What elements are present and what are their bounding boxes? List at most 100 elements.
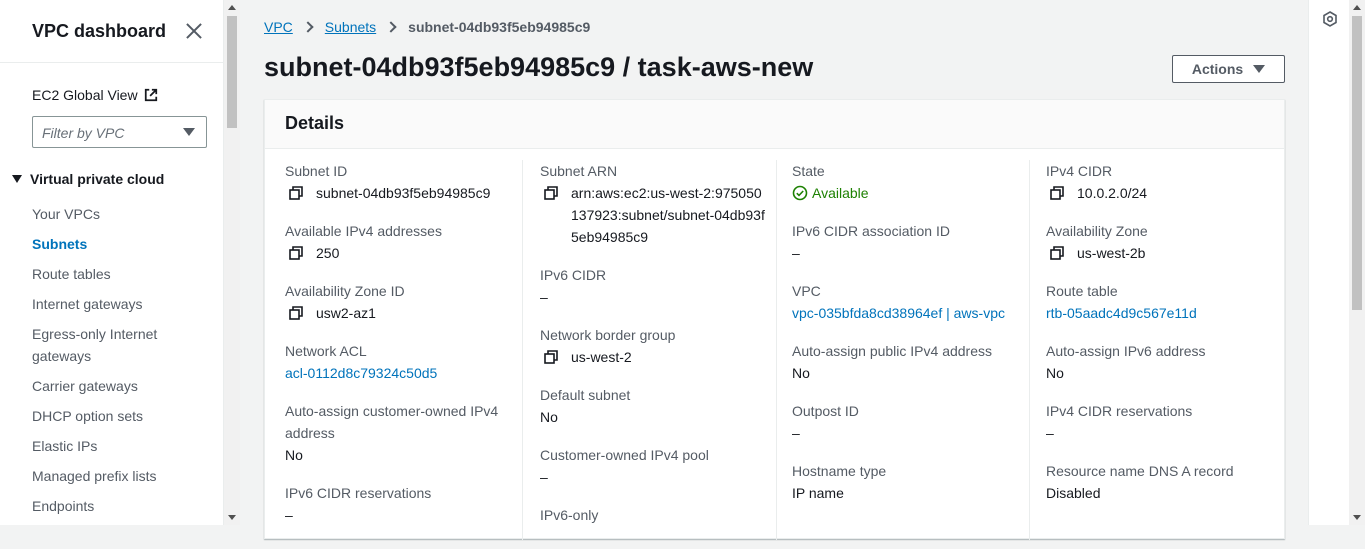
subnet-arn-value: arn:aws:ec2:us-west-2:975050137923:subne…: [571, 185, 765, 245]
auto-customer-owned-value: No: [285, 447, 303, 463]
sidebar-title: VPC dashboard: [32, 21, 167, 41]
availability-zone-value: us-west-2b: [1077, 245, 1146, 261]
copy-icon[interactable]: [289, 186, 303, 200]
actions-label: Actions: [1191, 61, 1244, 77]
status-badge: Available: [792, 182, 869, 204]
vpc-link[interactable]: vpc-035bfda8cd38964ef | aws-vpc: [792, 302, 1005, 324]
outpost-id-value: –: [792, 425, 800, 441]
details-column-2: Subnet ARN arn:aws:ec2:us-west-2:9750501…: [522, 160, 772, 540]
sidebar-header: VPC dashboard: [0, 0, 223, 63]
customer-owned-pool-value: –: [540, 469, 548, 485]
copy-icon[interactable]: [544, 350, 558, 364]
breadcrumb: VPC Subnets subnet-04db93f5eb94985c9: [264, 19, 590, 35]
ec2-global-view-label: EC2 Global View: [32, 87, 138, 103]
field-label: Outpost ID: [792, 403, 859, 419]
copy-icon[interactable]: [289, 306, 303, 320]
field-label: IPv6 CIDR: [540, 267, 607, 283]
field-ipv6-only: IPv6-only: [540, 504, 598, 526]
field-auto-customer-owned: Auto-assign customer-owned IPv4 address …: [285, 400, 515, 466]
state-value: Available: [812, 185, 869, 201]
field-az-id: Availability Zone ID usw2-az1: [285, 280, 405, 324]
field-label: Auto-assign IPv6 address: [1046, 343, 1206, 359]
caret-down-icon: [12, 175, 22, 183]
field-ipv6-assoc-id: IPv6 CIDR association ID –: [792, 220, 950, 264]
sidebar-item-egress-only-gateways[interactable]: Egress-only Internet gateways: [32, 319, 212, 371]
breadcrumb-current: subnet-04db93f5eb94985c9: [408, 19, 591, 35]
hostname-type-value: IP name: [792, 485, 844, 501]
page-scrollbar[interactable]: [1349, 0, 1365, 525]
sidebar-item-route-tables[interactable]: Route tables: [32, 259, 212, 289]
field-ipv4-cidr-reservations: IPv4 CIDR reservations –: [1046, 400, 1192, 444]
field-availability-zone: Availability Zone us-west-2b: [1046, 220, 1148, 264]
vpc-filter-select[interactable]: Filter by VPC: [32, 116, 207, 148]
sidebar-item-ec2-global-view[interactable]: EC2 Global View: [32, 87, 158, 103]
field-label: IPv4 CIDR reservations: [1046, 403, 1193, 419]
field-ipv4-cidr: IPv4 CIDR 10.0.2.0/24: [1046, 160, 1147, 204]
sidebar-item-subnets[interactable]: Subnets: [32, 229, 212, 259]
network-border-group-value: us-west-2: [571, 349, 632, 365]
field-label: IPv4 CIDR: [1046, 163, 1113, 179]
subnet-id-value: subnet-04db93f5eb94985c9: [316, 185, 491, 201]
actions-button[interactable]: Actions: [1172, 55, 1285, 83]
field-label: Network border group: [540, 327, 676, 343]
breadcrumb-vpc[interactable]: VPC: [264, 19, 293, 35]
auto-ipv6-value: No: [1046, 365, 1064, 381]
field-label: Customer-owned IPv4 pool: [540, 447, 709, 463]
field-label: Route table: [1046, 283, 1118, 299]
copy-icon[interactable]: [289, 246, 303, 260]
chevron-down-icon: [183, 128, 195, 136]
scroll-up-icon[interactable]: [228, 5, 236, 10]
network-acl-link[interactable]: acl-0112d8c79324c50d5: [285, 362, 437, 384]
field-subnet-id: Subnet ID subnet-04db93f5eb94985c9: [285, 160, 490, 204]
details-header: Details: [265, 100, 1284, 149]
sidebar-item-endpoints[interactable]: Endpoints: [32, 491, 212, 521]
scroll-down-icon[interactable]: [228, 515, 236, 520]
utility-panel: [1308, 0, 1349, 525]
breadcrumb-subnets[interactable]: Subnets: [325, 19, 376, 35]
ipv6-cidr-value: –: [540, 289, 548, 305]
field-value: us-west-2b: [1046, 242, 1148, 264]
field-vpc: VPC vpc-035bfda8cd38964ef | aws-vpc: [792, 280, 1005, 324]
resource-dns-a-value: Disabled: [1046, 485, 1101, 501]
sidebar-item-your-vpcs[interactable]: Your VPCs: [32, 199, 212, 229]
field-network-border-group: Network border group us-west-2: [540, 324, 675, 368]
page-title: subnet-04db93f5eb94985c9 / task-aws-new: [264, 52, 814, 82]
az-id-value: usw2-az1: [316, 305, 376, 321]
scrollbar-thumb[interactable]: [227, 16, 237, 128]
field-customer-owned-pool: Customer-owned IPv4 pool –: [540, 444, 709, 488]
sidebar-item-dhcp-option-sets[interactable]: DHCP option sets: [32, 401, 212, 431]
scroll-down-icon[interactable]: [1353, 515, 1361, 520]
field-label: IPv6 CIDR association ID: [792, 223, 950, 239]
ipv4-cidr-value: 10.0.2.0/24: [1077, 185, 1148, 201]
route-table-link[interactable]: rtb-05aadc4d9c567e11d: [1046, 302, 1197, 324]
field-label: Auto-assign public IPv4 address: [792, 343, 992, 359]
sidebar-item-managed-prefix-lists[interactable]: Managed prefix lists: [32, 461, 212, 491]
field-hostname-type: Hostname type IP name: [792, 460, 886, 504]
section-virtual-private-cloud[interactable]: Virtual private cloud: [12, 171, 164, 187]
field-resource-dns-a: Resource name DNS A record Disabled: [1046, 460, 1234, 504]
close-icon[interactable]: [185, 22, 203, 40]
details-column-3: State Available IPv6 CIDR association ID…: [776, 160, 1026, 540]
field-label: Hostname type: [792, 463, 887, 479]
navigation-sidebar: VPC dashboard EC2 Global View Filter by …: [0, 0, 224, 525]
field-outpost-id: Outpost ID –: [792, 400, 859, 444]
settings-icon[interactable]: [1322, 11, 1338, 27]
field-state: State Available: [792, 160, 869, 204]
field-label: Availability Zone: [1046, 223, 1148, 239]
field-subnet-arn: Subnet ARN arn:aws:ec2:us-west-2:9750501…: [540, 160, 770, 248]
copy-icon[interactable]: [1050, 246, 1064, 260]
sidebar-item-carrier-gateways[interactable]: Carrier gateways: [32, 371, 212, 401]
field-label: Subnet ID: [285, 163, 348, 179]
sidebar-item-elastic-ips[interactable]: Elastic IPs: [32, 431, 212, 461]
scrollbar-thumb[interactable]: [1352, 16, 1362, 310]
scroll-up-icon[interactable]: [1353, 5, 1361, 10]
field-label: Available IPv4 addresses: [285, 223, 442, 239]
vpc-filter-placeholder: Filter by VPC: [42, 125, 125, 141]
details-heading: Details: [285, 113, 345, 133]
chevron-right-icon: [302, 21, 314, 33]
copy-icon[interactable]: [1050, 186, 1064, 200]
sidebar-scrollbar[interactable]: [224, 0, 240, 525]
sidebar-item-internet-gateways[interactable]: Internet gateways: [32, 289, 212, 319]
field-value: subnet-04db93f5eb94985c9: [285, 182, 490, 204]
field-ipv6-cidr: IPv6 CIDR –: [540, 264, 606, 308]
